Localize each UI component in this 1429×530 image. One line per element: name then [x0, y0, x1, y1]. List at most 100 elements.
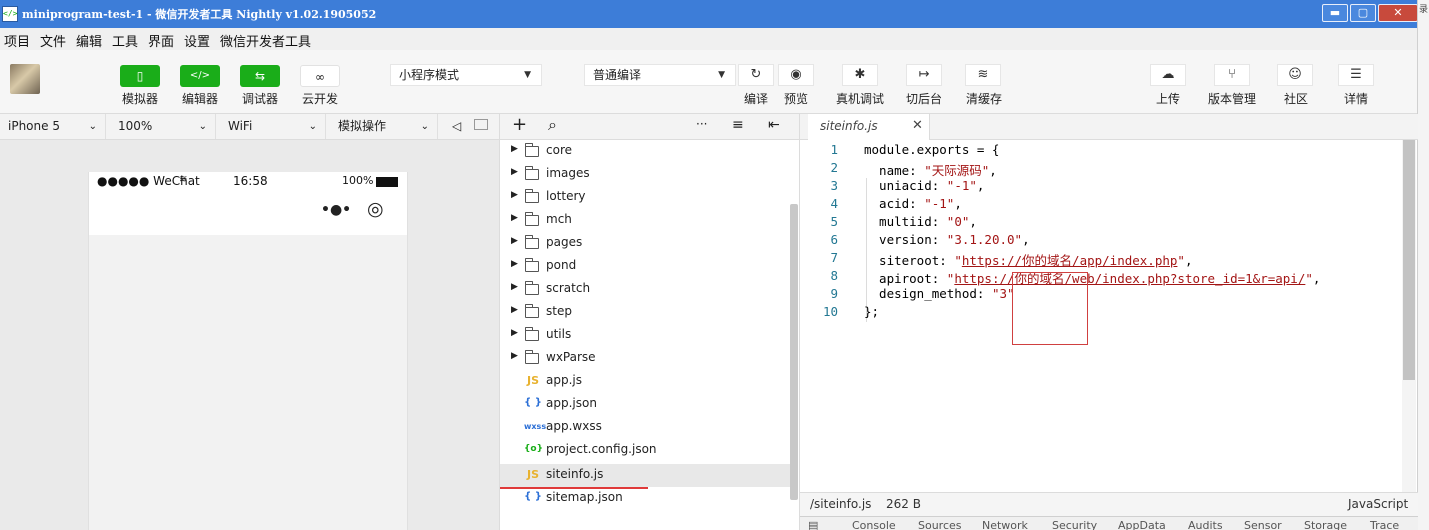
code-icon[interactable]: </>	[180, 65, 220, 87]
mode-select[interactable]: 小程序模式 ▼	[390, 64, 542, 86]
device-select[interactable]: iPhone 5 ⌄	[0, 114, 106, 139]
tab-audits[interactable]: Audits	[1188, 519, 1223, 530]
compile-select[interactable]: 普通编译 ▼	[584, 64, 736, 86]
expand-arrow-icon[interactable]: ▶	[511, 213, 518, 223]
menu-settings[interactable]: 设置	[184, 31, 210, 50]
eye-icon[interactable]: ◉	[778, 64, 814, 86]
folder-row[interactable]: ▶ pages	[500, 232, 790, 255]
search-icon[interactable]: ⌕	[548, 115, 557, 135]
tab-security[interactable]: Security	[1052, 519, 1097, 530]
folder-row[interactable]: ▶ images	[500, 163, 790, 186]
file-row[interactable]: wxss app.wxss	[500, 416, 790, 439]
simulator-toolbar: iPhone 5 ⌄ 100% ⌄ WiFi ⌄ 模拟操作 ⌄ ◁	[0, 114, 499, 140]
network-select[interactable]: WiFi ⌄	[220, 114, 326, 139]
folder-name: images	[546, 166, 590, 180]
volume-icon[interactable]: ◁	[452, 119, 461, 133]
menu-tools[interactable]: 工具	[112, 31, 138, 50]
editor-scrollbar[interactable]	[1402, 140, 1416, 492]
expand-arrow-icon[interactable]: ▶	[511, 190, 518, 200]
siteroot-link[interactable]: https://你的域名/app/index.php	[962, 253, 1178, 268]
tab-network[interactable]: Network	[982, 519, 1028, 530]
menu-icon[interactable]: ☰	[1338, 64, 1374, 86]
line-number: 2	[830, 160, 838, 175]
code-area[interactable]: 1 2 3 4 5 6 7 8 9 10 module.exports = { …	[800, 140, 1418, 492]
menu-file[interactable]: 文件	[40, 31, 66, 50]
folder-row[interactable]: ▶ utils	[500, 324, 790, 347]
tab-console[interactable]: Console	[852, 519, 896, 530]
tab-appdata[interactable]: AppData	[1118, 519, 1166, 530]
apiroot-link[interactable]: https://你的域名/web/index.php?store_id=1&r=…	[954, 271, 1305, 286]
chat-icon[interactable]: ☺	[1277, 64, 1313, 86]
minimize-button[interactable]: ▬	[1322, 4, 1348, 22]
folder-name: pages	[546, 235, 583, 249]
tab-siteinfo[interactable]: siteinfo.js ✕	[808, 114, 930, 140]
switch-background-button-label: 切后台	[906, 92, 943, 106]
mode-select-value: 小程序模式	[399, 68, 460, 82]
expand-arrow-icon[interactable]: ▶	[511, 144, 518, 154]
more-icon[interactable]: ···	[696, 117, 707, 131]
zoom-select[interactable]: 100% ⌄	[110, 114, 216, 139]
expand-arrow-icon[interactable]: ▶	[511, 305, 518, 315]
caret-down-icon: ▼	[524, 70, 531, 80]
collapse-icon[interactable]: ⇤	[768, 117, 780, 133]
expand-arrow-icon[interactable]: ▶	[511, 236, 518, 246]
maximize-button[interactable]: ▢	[1350, 4, 1376, 22]
debug-toggle-icon[interactable]: ⇆	[240, 65, 280, 87]
tab-sources[interactable]: Sources	[918, 519, 962, 530]
file-row[interactable]: { } app.json	[500, 393, 790, 416]
status-language[interactable]: JavaScript	[1348, 497, 1408, 511]
devtools-menu-icon[interactable]: ▤	[808, 519, 818, 530]
expand-arrow-icon[interactable]: ▶	[511, 167, 518, 177]
folder-row[interactable]: ▶ pond	[500, 255, 790, 278]
operation-select[interactable]: 模拟操作 ⌄	[330, 114, 438, 139]
avatar[interactable]	[10, 64, 40, 94]
detach-window-icon[interactable]	[474, 119, 488, 130]
menu-devtools[interactable]: 微信开发者工具	[220, 31, 311, 50]
layers-icon[interactable]: ≋	[965, 64, 1001, 86]
folder-row[interactable]: ▶ wxParse	[500, 347, 790, 370]
upload-button-label: 上传	[1156, 92, 1181, 106]
expand-arrow-icon[interactable]: ▶	[511, 351, 518, 361]
branch-icon[interactable]: ⑂	[1214, 64, 1250, 86]
background-icon[interactable]: ↦	[906, 64, 942, 86]
status-battery: 100%	[342, 174, 374, 187]
folder-row[interactable]: ▶ core	[500, 140, 790, 163]
folder-row[interactable]: ▶ scratch	[500, 278, 790, 301]
file-row[interactable]: { } sitemap.json	[500, 487, 790, 510]
upload-cloud-icon[interactable]: ☁	[1150, 64, 1186, 86]
close-icon[interactable]: ✕	[912, 118, 923, 133]
code-editor: siteinfo.js ✕ 1 2 3 4 5 6 7 8 9 10 modul…	[799, 114, 1418, 530]
code-line: name: "天际源码",	[864, 163, 997, 178]
more-icon[interactable]: •●•	[321, 202, 351, 218]
close-button[interactable]: ✕	[1378, 4, 1418, 22]
add-icon[interactable]: +	[512, 114, 527, 135]
bug-icon[interactable]: ✱	[842, 64, 878, 86]
file-row[interactable]: JS app.js	[500, 370, 790, 393]
menu-edit[interactable]: 编辑	[76, 31, 102, 50]
refresh-icon[interactable]: ↻	[738, 64, 774, 86]
scrollbar-thumb[interactable]	[1403, 140, 1415, 380]
sort-icon[interactable]: ≡	[732, 117, 744, 133]
folder-row[interactable]: ▶ mch	[500, 209, 790, 232]
folder-row[interactable]: ▶ lottery	[500, 186, 790, 209]
expand-arrow-icon[interactable]: ▶	[511, 259, 518, 269]
cloud-link-icon[interactable]: ∞	[300, 65, 340, 87]
folder-row[interactable]: ▶ step	[500, 301, 790, 324]
expand-arrow-icon[interactable]: ▶	[511, 328, 518, 338]
close-capsule-icon[interactable]: ◎	[367, 198, 384, 220]
menu-view[interactable]: 界面	[148, 31, 174, 50]
explorer-scrollbar[interactable]	[790, 204, 798, 500]
file-row[interactable]: {o} project.config.json	[500, 439, 790, 462]
json-file-icon: { }	[524, 491, 542, 502]
explorer-toolbar: + ⌕ ··· ≡ ⇤	[500, 114, 800, 140]
line-number: 9	[830, 286, 838, 301]
title-bar: </> miniprogram-test-1 - 微信开发者工具 Nightly…	[0, 0, 1418, 28]
tab-sensor[interactable]: Sensor	[1244, 519, 1282, 530]
tab-trace[interactable]: Trace	[1370, 519, 1399, 530]
menu-project[interactable]: 项目	[4, 31, 30, 50]
tab-storage[interactable]: Storage	[1304, 519, 1347, 530]
expand-arrow-icon[interactable]: ▶	[511, 282, 518, 292]
file-name: siteinfo.js	[546, 467, 604, 481]
simulator-icon[interactable]: ▯	[120, 65, 160, 87]
file-row-selected[interactable]: JS siteinfo.js	[500, 464, 790, 487]
